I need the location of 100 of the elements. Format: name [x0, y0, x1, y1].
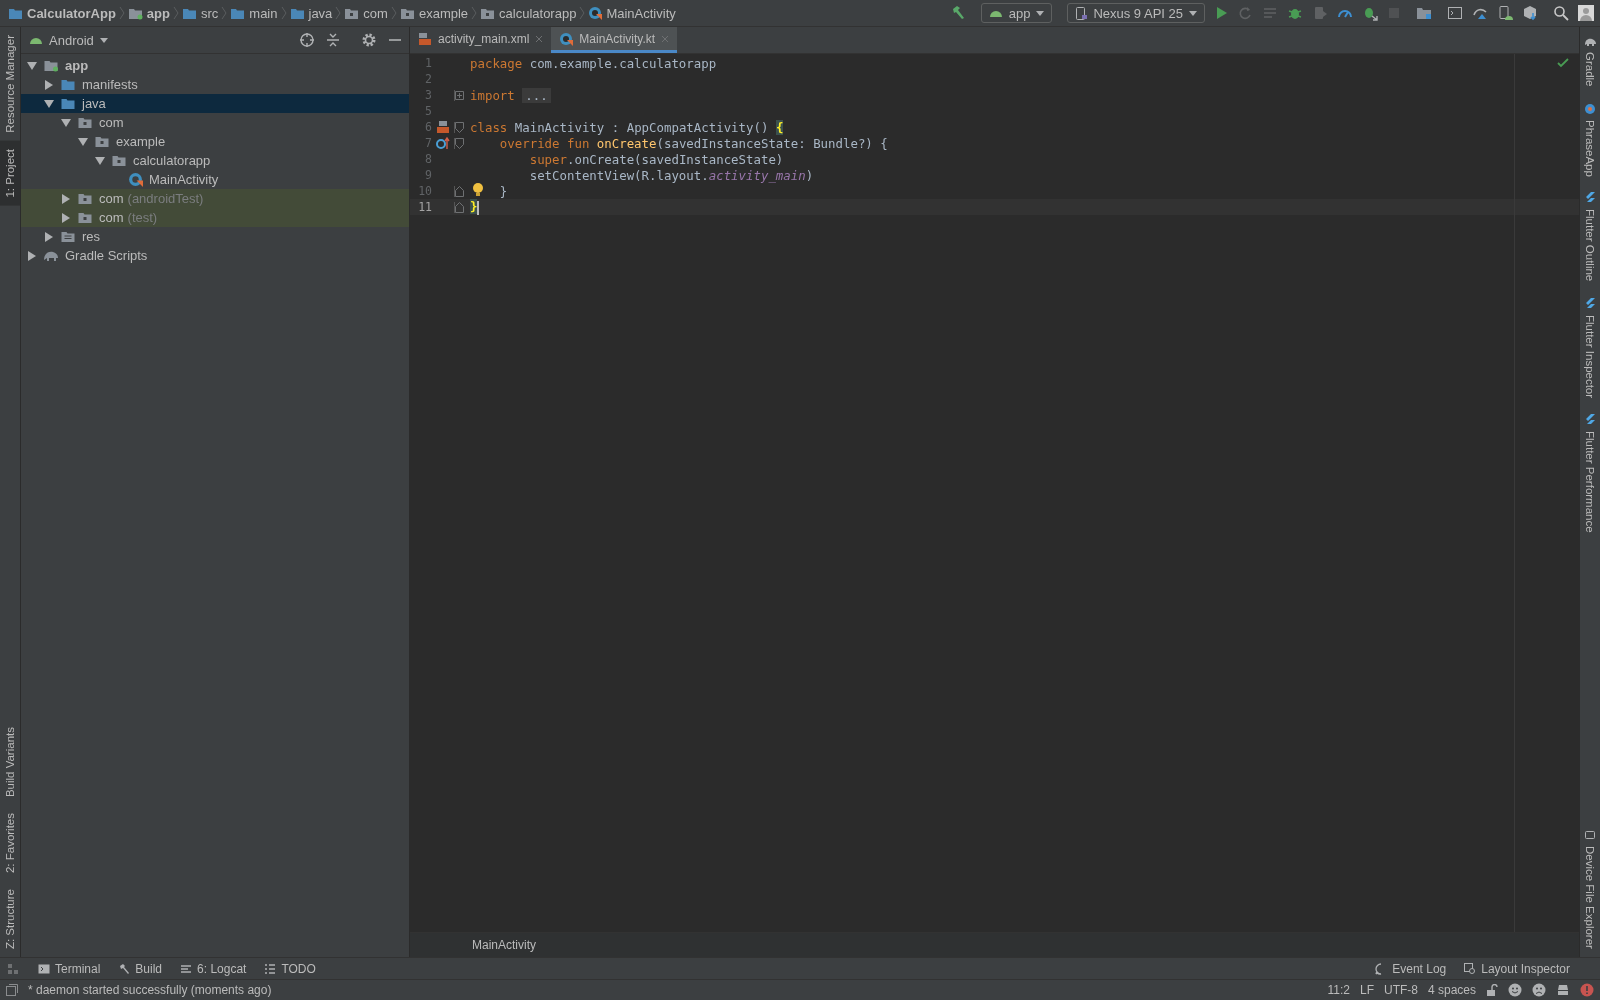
expand-fold-icon[interactable] [455, 89, 464, 101]
tool-window-tab[interactable]: Build [118, 961, 163, 976]
android-icon [29, 35, 43, 45]
window-icon[interactable] [6, 984, 18, 996]
breadcrumb-item[interactable]: com [344, 5, 388, 21]
editor-tab[interactable]: activity_main.xml [410, 27, 552, 53]
tool-window-tab[interactable]: Event Log [1375, 961, 1447, 976]
override-icon[interactable] [436, 136, 450, 150]
search-icon[interactable] [1553, 5, 1569, 21]
line-number: 1 [424, 56, 432, 70]
breadcrumb-item[interactable]: calculatorapp [480, 5, 577, 21]
tool-window-tab[interactable]: 2: Favorites [0, 804, 20, 881]
fold-icon[interactable] [455, 121, 464, 133]
run-icon[interactable] [1214, 6, 1228, 20]
breadcrumb-item[interactable]: src [181, 5, 219, 21]
code-line: setContentView(R.layout.activity_main) [529, 167, 814, 183]
file-encoding[interactable]: UTF-8 [1383, 983, 1418, 997]
tree-item[interactable]: java [21, 94, 409, 113]
status-message[interactable]: * daemon started successfully (moments ago) [28, 983, 272, 997]
tool-window-tab[interactable]: 1: Project [0, 140, 20, 206]
tool-window-tab[interactable]: Gradle [1580, 27, 1600, 95]
indent-setting[interactable]: 4 spaces [1427, 983, 1476, 997]
layout-file-icon[interactable] [436, 120, 450, 134]
terminal-icon[interactable] [1447, 5, 1463, 21]
run-configuration-dropdown[interactable]: app [980, 3, 1053, 23]
tree-item[interactable]: com [21, 113, 409, 132]
class-icon [588, 6, 603, 20]
tree-item[interactable]: example [21, 132, 409, 151]
tool-window-tab[interactable]: Resource Manager [0, 27, 20, 141]
collapsed-arrow-icon[interactable] [61, 193, 71, 204]
view-dropdown[interactable]: Android [29, 32, 108, 48]
breadcrumb-item[interactable]: MainActivity [588, 5, 676, 21]
tree-item[interactable]: app [21, 56, 409, 75]
editor-tab[interactable]: MainActivity.kt [551, 27, 678, 53]
inspect-icon [1464, 962, 1477, 975]
tool-window-tab[interactable]: 6: Logcat [180, 961, 247, 976]
tree-item[interactable]: manifests [21, 75, 409, 94]
expanded-arrow-icon[interactable] [61, 117, 71, 128]
expanded-arrow-icon[interactable] [27, 60, 37, 71]
separator-icon [118, 6, 125, 20]
crosshair-icon[interactable] [299, 32, 315, 48]
expanded-arrow-icon[interactable] [44, 98, 54, 109]
tree-item[interactable]: com (test) [21, 208, 409, 227]
expanded-arrow-icon[interactable] [95, 155, 105, 166]
lightbulb-icon[interactable] [472, 183, 484, 197]
caret-icon [1189, 10, 1197, 16]
bug-icon[interactable] [1362, 5, 1378, 21]
collapsed-arrow-icon[interactable] [61, 212, 71, 223]
folder-icon [230, 6, 246, 20]
tool-window-tab[interactable]: PhraseApp [1580, 94, 1600, 185]
fold-icon[interactable] [455, 137, 464, 149]
tree-item[interactable]: MainActivity [21, 170, 409, 189]
code-line: class MainActivity : AppCompatActivity() { [470, 119, 784, 135]
collapsed-arrow-icon[interactable] [44, 231, 54, 242]
tool-window-tab[interactable]: Z: Structure [0, 880, 20, 957]
android-icon [988, 8, 1003, 18]
line-separator[interactable]: LF [1359, 983, 1374, 997]
flutter-icon [1584, 413, 1596, 426]
fold-icon[interactable] [455, 185, 464, 197]
collapse-icon[interactable] [325, 32, 341, 48]
separator-icon [221, 6, 228, 20]
tool-window-tab[interactable]: Terminal [38, 961, 101, 976]
editor-breadcrumb[interactable]: MainActivity [472, 938, 536, 952]
breadcrumb-item[interactable]: CalculatorApp [8, 5, 116, 21]
tree-item[interactable]: res [21, 227, 409, 246]
happy-face-icon[interactable] [1508, 983, 1522, 997]
breadcrumb-item[interactable]: app [127, 5, 170, 21]
tree-item[interactable]: Gradle Scripts [21, 246, 409, 265]
fold-icon[interactable] [455, 201, 464, 213]
error-icon[interactable] [1580, 983, 1594, 997]
folder-icon [60, 230, 76, 243]
folder-icon[interactable] [1416, 5, 1432, 21]
caret-position[interactable]: 11:2 [1327, 983, 1350, 997]
expanded-arrow-icon[interactable] [78, 136, 88, 147]
tool-window-tab[interactable]: Build Variants [0, 718, 20, 805]
cube-icon[interactable] [1522, 5, 1538, 21]
caret-icon [99, 37, 108, 43]
breadcrumb-item[interactable]: java [289, 5, 333, 21]
tool-window-tab[interactable]: Flutter Inspector [1580, 289, 1600, 406]
breadcrumb-item[interactable]: main [230, 5, 278, 21]
tree-item[interactable]: com (androidTest) [21, 189, 409, 208]
settings-icon[interactable] [361, 32, 377, 48]
line-number: 2 [424, 72, 432, 86]
package-icon [344, 6, 360, 20]
tool-window-tab[interactable]: Device File Explorer [1580, 821, 1600, 957]
tool-window-tab[interactable]: Flutter Outline [1580, 184, 1600, 290]
lock-icon[interactable] [1486, 984, 1498, 996]
device-dropdown[interactable]: Nexus 9 API 25 [1067, 3, 1205, 23]
breadcrumb-item[interactable]: example [399, 5, 469, 21]
tool-window-tab[interactable]: Flutter Performance [1580, 405, 1600, 541]
folder-icon [181, 6, 197, 20]
collapsed-arrow-icon[interactable] [27, 250, 37, 261]
tool-window-tab[interactable]: TODO [264, 961, 316, 976]
sad-face-icon[interactable] [1532, 983, 1546, 997]
folder-icon [60, 97, 76, 110]
collapsed-arrow-icon[interactable] [44, 79, 54, 90]
tool-window-tab[interactable]: Layout Inspector [1464, 961, 1570, 976]
terminal-icon [38, 962, 50, 975]
tree-item[interactable]: calculatorapp [21, 151, 409, 170]
line-number: 5 [424, 104, 432, 118]
